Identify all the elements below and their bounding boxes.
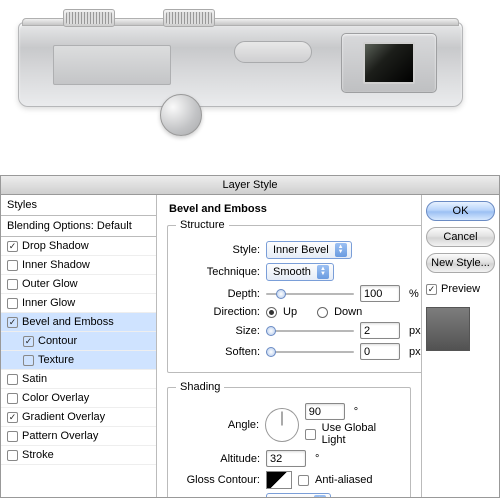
checkbox-texture[interactable] — [23, 355, 34, 366]
camera-hot-shoe — [234, 41, 312, 63]
structure-group: Structure Style: Inner Bevel▲▼ Technique… — [167, 219, 421, 373]
structure-legend: Structure — [176, 219, 229, 231]
gloss-contour-picker[interactable] — [266, 471, 292, 489]
style-inner-shadow[interactable]: Inner Shadow — [1, 256, 156, 275]
style-label: Style: — [176, 244, 260, 256]
checkbox-inner-shadow[interactable] — [7, 260, 18, 271]
chevron-updown-icon: ▲▼ — [335, 243, 347, 257]
depth-input[interactable]: 100 — [360, 285, 400, 302]
angle-label: Angle: — [176, 419, 259, 431]
preview-checkbox[interactable] — [426, 284, 437, 295]
checkbox-outer-glow[interactable] — [7, 279, 18, 290]
preview-label: Preview — [441, 283, 480, 295]
technique-select[interactable]: Smooth▲▼ — [266, 263, 334, 281]
camera-dial-left — [63, 9, 115, 27]
depth-unit: % — [409, 288, 419, 300]
style-stroke[interactable]: Stroke — [1, 446, 156, 465]
soften-label: Soften: — [176, 346, 260, 358]
style-color-overlay[interactable]: Color Overlay — [1, 389, 156, 408]
antialiased-checkbox[interactable] — [298, 475, 309, 486]
checkbox-inner-glow[interactable] — [7, 298, 18, 309]
soften-input[interactable]: 0 — [360, 343, 400, 360]
depth-label: Depth: — [176, 288, 260, 300]
soften-slider[interactable] — [266, 345, 354, 359]
style-satin[interactable]: Satin — [1, 370, 156, 389]
angle-dial[interactable] — [265, 408, 299, 442]
style-drop-shadow[interactable]: Drop Shadow — [1, 237, 156, 256]
size-unit: px — [409, 325, 421, 337]
style-inner-glow[interactable]: Inner Glow — [1, 294, 156, 313]
checkbox-drop-shadow[interactable] — [7, 241, 18, 252]
checkbox-bevel-emboss[interactable] — [7, 317, 18, 328]
soften-unit: px — [409, 346, 421, 358]
panel-heading: Bevel and Emboss — [169, 203, 411, 215]
camera-viewfinder-housing — [341, 33, 437, 93]
style-contour[interactable]: Contour — [1, 332, 156, 351]
preview-swatch — [426, 307, 470, 351]
camera-body — [18, 22, 463, 107]
layer-style-dialog: Layer Style Styles Blending Options: Def… — [0, 175, 500, 500]
camera-knob — [160, 94, 202, 136]
style-outer-glow[interactable]: Outer Glow — [1, 275, 156, 294]
direction-label: Direction: — [176, 306, 260, 318]
size-label: Size: — [176, 325, 260, 337]
global-light-checkbox[interactable] — [305, 429, 316, 440]
technique-label: Technique: — [176, 266, 260, 278]
chevron-updown-icon: ▲▼ — [314, 495, 326, 497]
camera-inset-panel — [53, 45, 171, 85]
camera-dial-right — [163, 9, 215, 27]
checkbox-stroke[interactable] — [7, 450, 18, 461]
highlight-mode-label: Highlight Mode: — [176, 496, 260, 497]
style-bevel-emboss[interactable]: Bevel and Emboss — [1, 313, 156, 332]
shading-legend: Shading — [176, 381, 224, 393]
cancel-button[interactable]: Cancel — [426, 227, 495, 247]
style-texture[interactable]: Texture — [1, 351, 156, 370]
altitude-label: Altitude: — [176, 453, 260, 465]
depth-slider[interactable] — [266, 287, 354, 301]
gloss-contour-label: Gloss Contour: — [176, 474, 260, 486]
checkbox-pattern-overlay[interactable] — [7, 431, 18, 442]
size-slider[interactable] — [266, 324, 354, 338]
checkbox-satin[interactable] — [7, 374, 18, 385]
dialog-actions: OK Cancel New Style... Preview — [421, 195, 499, 497]
highlight-mode-select[interactable]: Screen▲▼ — [266, 493, 331, 497]
checkbox-gradient-overlay[interactable] — [7, 412, 18, 423]
bevel-emboss-panel: Bevel and Emboss Structure Style: Inner … — [157, 195, 421, 497]
chevron-updown-icon: ▲▼ — [317, 265, 329, 279]
style-pattern-overlay[interactable]: Pattern Overlay — [1, 427, 156, 446]
blending-options-header[interactable]: Blending Options: Default — [1, 216, 156, 237]
checkbox-contour[interactable] — [23, 336, 34, 347]
style-gradient-overlay[interactable]: Gradient Overlay — [1, 408, 156, 427]
altitude-input[interactable]: 32 — [266, 450, 306, 467]
styles-panel: Styles Blending Options: Default Drop Sh… — [1, 195, 157, 497]
dialog-titlebar: Layer Style — [0, 175, 500, 195]
angle-input[interactable]: 90 — [305, 403, 345, 420]
styles-header[interactable]: Styles — [1, 195, 156, 216]
new-style-button[interactable]: New Style... — [426, 253, 495, 273]
checkbox-color-overlay[interactable] — [7, 393, 18, 404]
size-input[interactable]: 2 — [360, 322, 400, 339]
style-select[interactable]: Inner Bevel▲▼ — [266, 241, 352, 259]
camera-viewfinder-window — [363, 42, 415, 84]
camera-illustration — [0, 0, 500, 175]
direction-down-radio[interactable] — [317, 307, 328, 318]
direction-up-radio[interactable] — [266, 307, 277, 318]
shading-group: Shading Angle: 90 ° Use Global Light — [167, 381, 411, 497]
ok-button[interactable]: OK — [426, 201, 495, 221]
